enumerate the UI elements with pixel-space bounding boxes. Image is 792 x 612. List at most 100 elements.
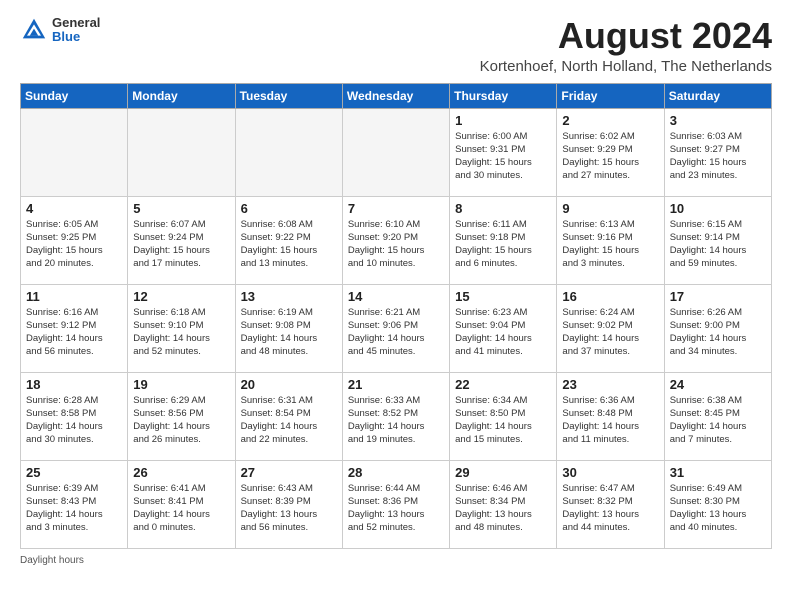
day-number: 31 [670,465,766,480]
calendar-cell: 28Sunrise: 6:44 AM Sunset: 8:36 PM Dayli… [342,460,449,548]
day-number: 6 [241,201,337,216]
day-info: Sunrise: 6:19 AM Sunset: 9:08 PM Dayligh… [241,306,337,359]
calendar-cell: 15Sunrise: 6:23 AM Sunset: 9:04 PM Dayli… [450,284,557,372]
calendar-cell: 20 Sunrise: 6:31 AM Sunset: 8:54 PM Dayli… [235,372,342,460]
calendar-cell: 10 Sunrise: 6:15 AM Sunset: 9:14 PM Dayli… [664,196,771,284]
calendar-cell: 31 Sunrise: 6:49 AM Sunset: 8:30 PM Dayli… [664,460,771,548]
calendar-cell: 29Sunrise: 6:46 AM Sunset: 8:34 PM Dayli… [450,460,557,548]
month-title: August 2024 [480,16,772,56]
day-number: 22 [455,377,551,392]
calendar-cell: 12 Sunrise: 6:18 AM Sunset: 9:10 PM Dayli… [128,284,235,372]
day-number: 25 [26,465,122,480]
day-number: 2 [562,113,658,128]
week-row-1: 1Sunrise: 6:00 AM Sunset: 9:31 PM Daylig… [21,108,772,196]
day-info: Sunrise: 6:49 AM Sunset: 8:30 PM Dayligh… [670,482,766,535]
calendar-cell: 18 Sunrise: 6:28 AM Sunset: 8:58 PM Dayli… [21,372,128,460]
calendar-cell: 22 Sunrise: 6:34 AM Sunset: 8:50 PM Dayli… [450,372,557,460]
day-number: 11 [26,289,122,304]
calendar-cell: 26 Sunrise: 6:41 AM Sunset: 8:41 PM Dayli… [128,460,235,548]
day-info: Sunrise: 6:34 AM Sunset: 8:50 PM Dayligh… [455,394,551,447]
calendar-cell: 24 Sunrise: 6:38 AM Sunset: 8:45 PM Dayli… [664,372,771,460]
calendar-header-wednesday: Wednesday [342,83,449,108]
calendar-header-friday: Friday [557,83,664,108]
calendar-cell: 27Sunrise: 6:43 AM Sunset: 8:39 PM Dayli… [235,460,342,548]
day-info: Sunrise: 6:18 AM Sunset: 9:10 PM Dayligh… [133,306,229,359]
day-number: 23 [562,377,658,392]
day-info: Sunrise: 6:05 AM Sunset: 9:25 PM Dayligh… [26,218,122,271]
day-number: 28 [348,465,444,480]
day-number: 20 [241,377,337,392]
day-info: Sunrise: 6:10 AM Sunset: 9:20 PM Dayligh… [348,218,444,271]
day-info: Sunrise: 6:41 AM Sunset: 8:41 PM Dayligh… [133,482,229,535]
calendar-cell: 7Sunrise: 6:10 AM Sunset: 9:20 PM Daylig… [342,196,449,284]
day-info: Sunrise: 6:47 AM Sunset: 8:32 PM Dayligh… [562,482,658,535]
calendar-cell: 4 Sunrise: 6:05 AM Sunset: 9:25 PM Daylig… [21,196,128,284]
day-number: 3 [670,113,766,128]
day-number: 26 [133,465,229,480]
day-number: 19 [133,377,229,392]
calendar-cell: 3 Sunrise: 6:03 AM Sunset: 9:27 PM Daylig… [664,108,771,196]
logo: General Blue [20,16,100,45]
title-area: August 2024 Kortenhoef, North Holland, T… [480,16,772,75]
calendar-cell: 9Sunrise: 6:13 AM Sunset: 9:16 PM Daylig… [557,196,664,284]
day-number: 18 [26,377,122,392]
calendar-cell: 2 Sunrise: 6:02 AM Sunset: 9:29 PM Daylig… [557,108,664,196]
day-number: 14 [348,289,444,304]
day-number: 30 [562,465,658,480]
day-info: Sunrise: 6:11 AM Sunset: 9:18 PM Dayligh… [455,218,551,271]
calendar-cell: 11 Sunrise: 6:16 AM Sunset: 9:12 PM Dayli… [21,284,128,372]
calendar-cell [342,108,449,196]
day-info: Sunrise: 6:28 AM Sunset: 8:58 PM Dayligh… [26,394,122,447]
day-info: Sunrise: 6:38 AM Sunset: 8:45 PM Dayligh… [670,394,766,447]
calendar: SundayMondayTuesdayWednesdayThursdayFrid… [20,83,772,549]
day-info: Sunrise: 6:03 AM Sunset: 9:27 PM Dayligh… [670,130,766,183]
day-number: 4 [26,201,122,216]
calendar-header-row: SundayMondayTuesdayWednesdayThursdayFrid… [21,83,772,108]
day-number: 24 [670,377,766,392]
day-info: Sunrise: 6:33 AM Sunset: 8:52 PM Dayligh… [348,394,444,447]
day-info: Sunrise: 6:39 AM Sunset: 8:43 PM Dayligh… [26,482,122,535]
day-number: 8 [455,201,551,216]
calendar-cell: 23 Sunrise: 6:36 AM Sunset: 8:48 PM Dayli… [557,372,664,460]
day-info: Sunrise: 6:02 AM Sunset: 9:29 PM Dayligh… [562,130,658,183]
calendar-cell [128,108,235,196]
day-info: Sunrise: 6:07 AM Sunset: 9:24 PM Dayligh… [133,218,229,271]
day-info: Sunrise: 6:16 AM Sunset: 9:12 PM Dayligh… [26,306,122,359]
day-info: Sunrise: 6:26 AM Sunset: 9:00 PM Dayligh… [670,306,766,359]
day-info: Sunrise: 6:21 AM Sunset: 9:06 PM Dayligh… [348,306,444,359]
footer-note: Daylight hours [20,555,772,566]
week-row-2: 4 Sunrise: 6:05 AM Sunset: 9:25 PM Daylig… [21,196,772,284]
daylight-hours-label: Daylight hours [20,555,84,566]
calendar-cell: 13Sunrise: 6:19 AM Sunset: 9:08 PM Dayli… [235,284,342,372]
day-info: Sunrise: 6:31 AM Sunset: 8:54 PM Dayligh… [241,394,337,447]
logo-blue: Blue [52,30,100,44]
day-number: 12 [133,289,229,304]
calendar-cell: 6 Sunrise: 6:08 AM Sunset: 9:22 PM Daylig… [235,196,342,284]
calendar-header-sunday: Sunday [21,83,128,108]
day-number: 5 [133,201,229,216]
day-info: Sunrise: 6:43 AM Sunset: 8:39 PM Dayligh… [241,482,337,535]
header: General Blue August 2024 Kortenhoef, Nor… [20,16,772,75]
day-number: 10 [670,201,766,216]
day-info: Sunrise: 6:29 AM Sunset: 8:56 PM Dayligh… [133,394,229,447]
logo-general: General [52,16,100,30]
week-row-5: 25 Sunrise: 6:39 AM Sunset: 8:43 PM Dayli… [21,460,772,548]
day-info: Sunrise: 6:36 AM Sunset: 8:48 PM Dayligh… [562,394,658,447]
day-number: 17 [670,289,766,304]
day-info: Sunrise: 6:08 AM Sunset: 9:22 PM Dayligh… [241,218,337,271]
calendar-cell [235,108,342,196]
day-info: Sunrise: 6:15 AM Sunset: 9:14 PM Dayligh… [670,218,766,271]
calendar-cell: 1Sunrise: 6:00 AM Sunset: 9:31 PM Daylig… [450,108,557,196]
logo-text: General Blue [52,16,100,45]
calendar-cell [21,108,128,196]
calendar-cell: 25 Sunrise: 6:39 AM Sunset: 8:43 PM Dayli… [21,460,128,548]
calendar-header-saturday: Saturday [664,83,771,108]
calendar-header-tuesday: Tuesday [235,83,342,108]
day-number: 16 [562,289,658,304]
day-info: Sunrise: 6:13 AM Sunset: 9:16 PM Dayligh… [562,218,658,271]
day-number: 29 [455,465,551,480]
week-row-3: 11 Sunrise: 6:16 AM Sunset: 9:12 PM Dayli… [21,284,772,372]
day-info: Sunrise: 6:00 AM Sunset: 9:31 PM Dayligh… [455,130,551,183]
day-info: Sunrise: 6:24 AM Sunset: 9:02 PM Dayligh… [562,306,658,359]
day-number: 15 [455,289,551,304]
